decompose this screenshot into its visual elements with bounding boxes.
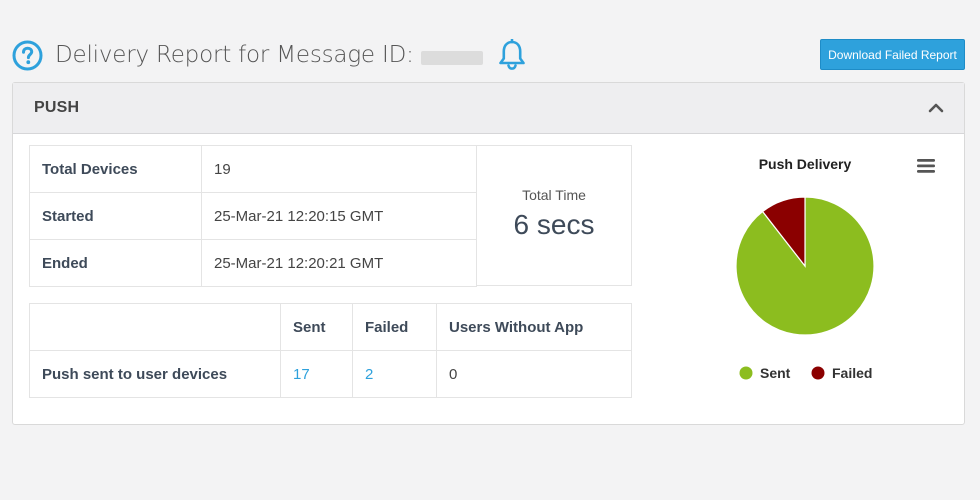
table-row: Push sent to user devices 17 2 0 (29, 350, 632, 398)
total-time-value: 6 secs (513, 209, 595, 240)
summary-label: Started (29, 192, 202, 240)
failed-count-link[interactable]: 2 (365, 366, 373, 383)
summary-value: 25-Mar-21 12:20:15 GMT (201, 192, 477, 240)
download-failed-report-button[interactable]: Download Failed Report (820, 39, 965, 70)
total-time-label: Total Time (522, 187, 586, 203)
column-header: Failed (352, 303, 437, 351)
table-row: Total Devices 19 (29, 145, 477, 193)
panel-title: PUSH (34, 99, 80, 116)
chart-legend: Sent Failed (739, 365, 872, 381)
push-delivery-chart: Push Delivery Sent Failed (700, 142, 960, 392)
page-title: Delivery Report for Message ID: (55, 42, 414, 68)
row-label: Push sent to user devices (29, 350, 281, 398)
pie-chart-svg: Push Delivery Sent Failed (735, 156, 935, 381)
sent-count-link[interactable]: 17 (293, 366, 310, 383)
without-app-value: 0 (436, 350, 632, 398)
column-header: Users Without App (436, 303, 632, 351)
total-time-box: Total Time 6 secs (476, 145, 632, 286)
column-header (29, 303, 281, 351)
pie-slices (735, 196, 875, 336)
legend-item-failed[interactable]: Failed (832, 365, 872, 381)
table-header-row: Sent Failed Users Without App (29, 303, 632, 351)
summary-label: Total Devices (29, 145, 202, 193)
chevron-up-icon[interactable] (928, 100, 944, 116)
redacted-message-id (420, 51, 483, 65)
failed-cell: 2 (352, 350, 437, 398)
panel-header[interactable]: PUSH (13, 83, 964, 134)
page-header: Delivery Report for Message ID: (12, 38, 527, 72)
sent-cell: 17 (280, 350, 353, 398)
table-row: Started 25-Mar-21 12:20:15 GMT (29, 192, 477, 240)
chart-title: Push Delivery (759, 156, 852, 172)
summary-table: Total Devices 19 Started 25-Mar-21 12:20… (29, 145, 477, 287)
column-header: Sent (280, 303, 353, 351)
help-circle-icon[interactable] (12, 40, 43, 71)
table-row: Ended 25-Mar-21 12:20:21 GMT (29, 239, 477, 287)
summary-value: 25-Mar-21 12:20:21 GMT (201, 239, 477, 287)
bell-icon[interactable] (497, 39, 527, 71)
summary-label: Ended (29, 239, 202, 287)
legend-item-sent[interactable]: Sent (760, 365, 791, 381)
legend-marker-sent (739, 366, 753, 380)
push-results-table: Sent Failed Users Without App Push sent … (29, 303, 632, 398)
summary-value: 19 (201, 145, 477, 193)
hamburger-menu-icon[interactable] (917, 159, 935, 173)
legend-marker-failed (811, 366, 825, 380)
